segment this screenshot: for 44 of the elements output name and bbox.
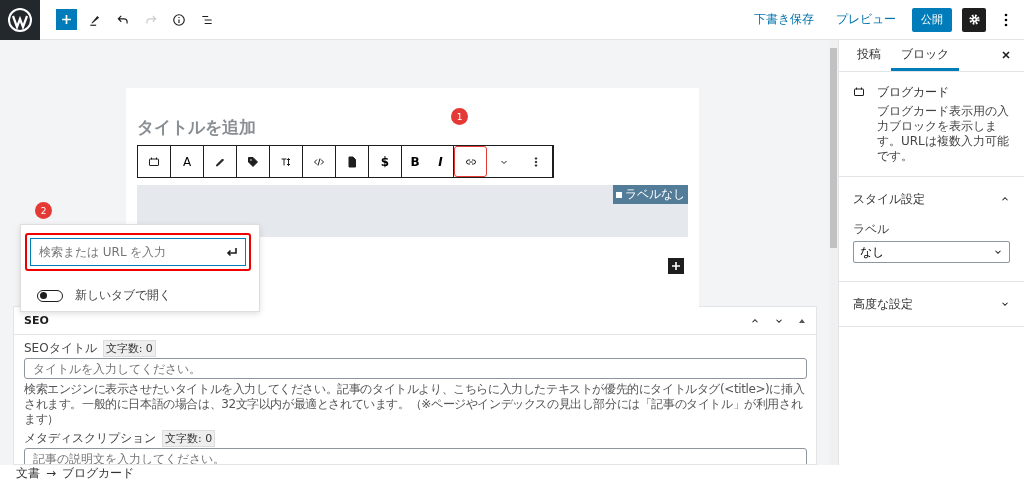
settings-button[interactable] bbox=[962, 7, 986, 32]
card-icon bbox=[853, 86, 865, 98]
plus-icon bbox=[61, 14, 72, 25]
character-count: 文字数: 0 bbox=[102, 340, 156, 357]
tag-icon bbox=[247, 155, 259, 168]
add-block-button[interactable] bbox=[668, 258, 684, 274]
enter-icon[interactable] bbox=[226, 247, 238, 257]
url-field[interactable]: 検索または URL を入力 bbox=[30, 238, 246, 266]
sidebar-tab[interactable]: 投稿 bbox=[847, 40, 891, 71]
help-text: 検索エンジンに表示させたいタイトルを入力してください。記事のタイトルより、こちらに入力したテキストが優先的にタイトルタグ(<title>)に挿入されます。一般的に日本語の場合は、32文字以内が最適とされています。（※ページやインデックスの見出し部分には「記事のタイトル」が利用されます） bbox=[24, 382, 806, 427]
blog-card-block[interactable]: ラベルなし bbox=[137, 185, 688, 237]
document-icon bbox=[346, 155, 358, 168]
toggle-label: 新しいタブで開く bbox=[75, 287, 171, 304]
field-label: メタディスクリプション bbox=[24, 430, 156, 447]
publish-button[interactable]: 公開 bbox=[912, 7, 952, 32]
settings-icon bbox=[967, 13, 981, 26]
close-icon bbox=[1002, 51, 1010, 59]
wordpress-logo[interactable] bbox=[0, 0, 40, 40]
character-count: 文字数: 0 bbox=[162, 430, 216, 447]
block-name: ブログカード bbox=[877, 84, 950, 101]
breadcrumb-item[interactable]: ブログカード bbox=[62, 464, 135, 481]
code-icon bbox=[313, 155, 325, 168]
panel-title: SEO bbox=[24, 314, 49, 327]
select-label: ラベル bbox=[853, 222, 889, 236]
save-draft-button[interactable]: 下書き保存 bbox=[748, 11, 820, 28]
card-icon bbox=[148, 155, 160, 168]
text-size-icon bbox=[280, 155, 292, 168]
text-field[interactable]: 記事の説明文を入力してください。 bbox=[24, 448, 807, 464]
field-label: SEOタイトル bbox=[24, 340, 97, 357]
breadcrumb-separator: → bbox=[46, 466, 57, 480]
preview-button[interactable]: プレビュー bbox=[830, 11, 902, 28]
label-tag: ラベルなし bbox=[613, 185, 688, 204]
step-badge: 2 bbox=[35, 202, 52, 219]
breadcrumb-item[interactable]: 文書 bbox=[16, 464, 40, 481]
panel-header[interactable]: スタイル設定 bbox=[853, 177, 1010, 221]
panel-header[interactable]: 高度な設定 bbox=[853, 282, 1010, 326]
scrollbar[interactable] bbox=[829, 40, 838, 465]
plus-icon bbox=[671, 261, 681, 271]
step-badge: 1 bbox=[451, 108, 468, 125]
sidebar-tab[interactable]: ブロック bbox=[891, 40, 959, 71]
block-description: ブログカード表示用の入力ブロックを表示します。URLは複数入力可能です。 bbox=[877, 104, 1010, 164]
text-field[interactable]: タイトルを入力してください。 bbox=[24, 358, 807, 379]
toggle-switch[interactable] bbox=[37, 289, 63, 302]
label-select[interactable]: なし bbox=[853, 241, 1010, 263]
